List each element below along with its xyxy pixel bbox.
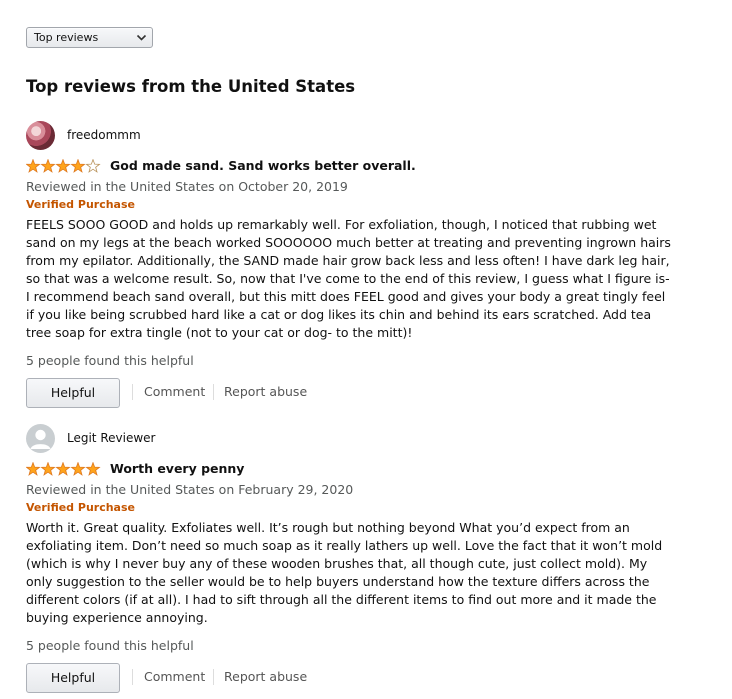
verified-purchase-badge[interactable]: Verified Purchase	[26, 499, 686, 517]
star-filled-icon	[85, 462, 101, 476]
star-filled-icon	[26, 462, 41, 476]
star-rating[interactable]	[26, 462, 101, 476]
star-filled-icon	[70, 159, 86, 173]
review-title[interactable]: God made sand. Sand works better overall…	[110, 157, 416, 175]
review-title[interactable]: Worth every penny	[110, 460, 244, 478]
reviewer-name[interactable]: freedommm	[67, 128, 141, 142]
star-rating[interactable]	[26, 159, 101, 173]
default-user-icon	[30, 429, 51, 449]
star-filled-icon	[70, 462, 86, 476]
comment-link[interactable]: Comment	[144, 384, 205, 400]
review-card: freedommm God made sand. Sand works bett…	[26, 121, 686, 408]
review-body: Worth it. Great quality. Exfoliates well…	[26, 520, 663, 625]
star-filled-icon	[26, 159, 41, 173]
star-filled-icon	[55, 462, 71, 476]
review-date: Reviewed in the United States on October…	[26, 179, 348, 194]
report-abuse-link[interactable]: Report abuse	[224, 669, 307, 685]
helpful-count: 5 people found this helpful	[26, 638, 194, 653]
divider	[213, 384, 214, 400]
reviewer-name[interactable]: Legit Reviewer	[67, 431, 155, 445]
star-filled-icon	[40, 462, 56, 476]
helpful-button[interactable]: Helpful	[26, 663, 120, 693]
comment-link[interactable]: Comment	[144, 669, 205, 685]
helpful-count: 5 people found this helpful	[26, 353, 194, 368]
star-filled-icon	[55, 159, 71, 173]
sort-dropdown[interactable]: Top reviews	[26, 27, 153, 48]
star-filled-icon	[40, 159, 56, 173]
chevron-down-icon	[136, 34, 147, 41]
divider	[132, 669, 133, 685]
star-empty-icon	[85, 159, 101, 173]
review-date: Reviewed in the United States on Februar…	[26, 482, 354, 497]
sort-selected-label: Top reviews	[34, 31, 99, 44]
avatar[interactable]	[26, 424, 55, 453]
report-abuse-link[interactable]: Report abuse	[224, 384, 307, 400]
reviewer-profile[interactable]: Legit Reviewer	[26, 424, 686, 454]
review-body: FEELS SOOO GOOD and holds up remarkably …	[26, 217, 671, 340]
section-title: Top reviews from the United States	[26, 77, 356, 96]
reviewer-profile[interactable]: freedommm	[26, 121, 686, 151]
helpful-button[interactable]: Helpful	[26, 378, 120, 408]
verified-purchase-badge[interactable]: Verified Purchase	[26, 196, 686, 214]
review-card: Legit Reviewer Worth every penny Reviewe…	[26, 424, 686, 693]
divider	[132, 384, 133, 400]
divider	[213, 669, 214, 685]
avatar[interactable]	[26, 121, 55, 150]
